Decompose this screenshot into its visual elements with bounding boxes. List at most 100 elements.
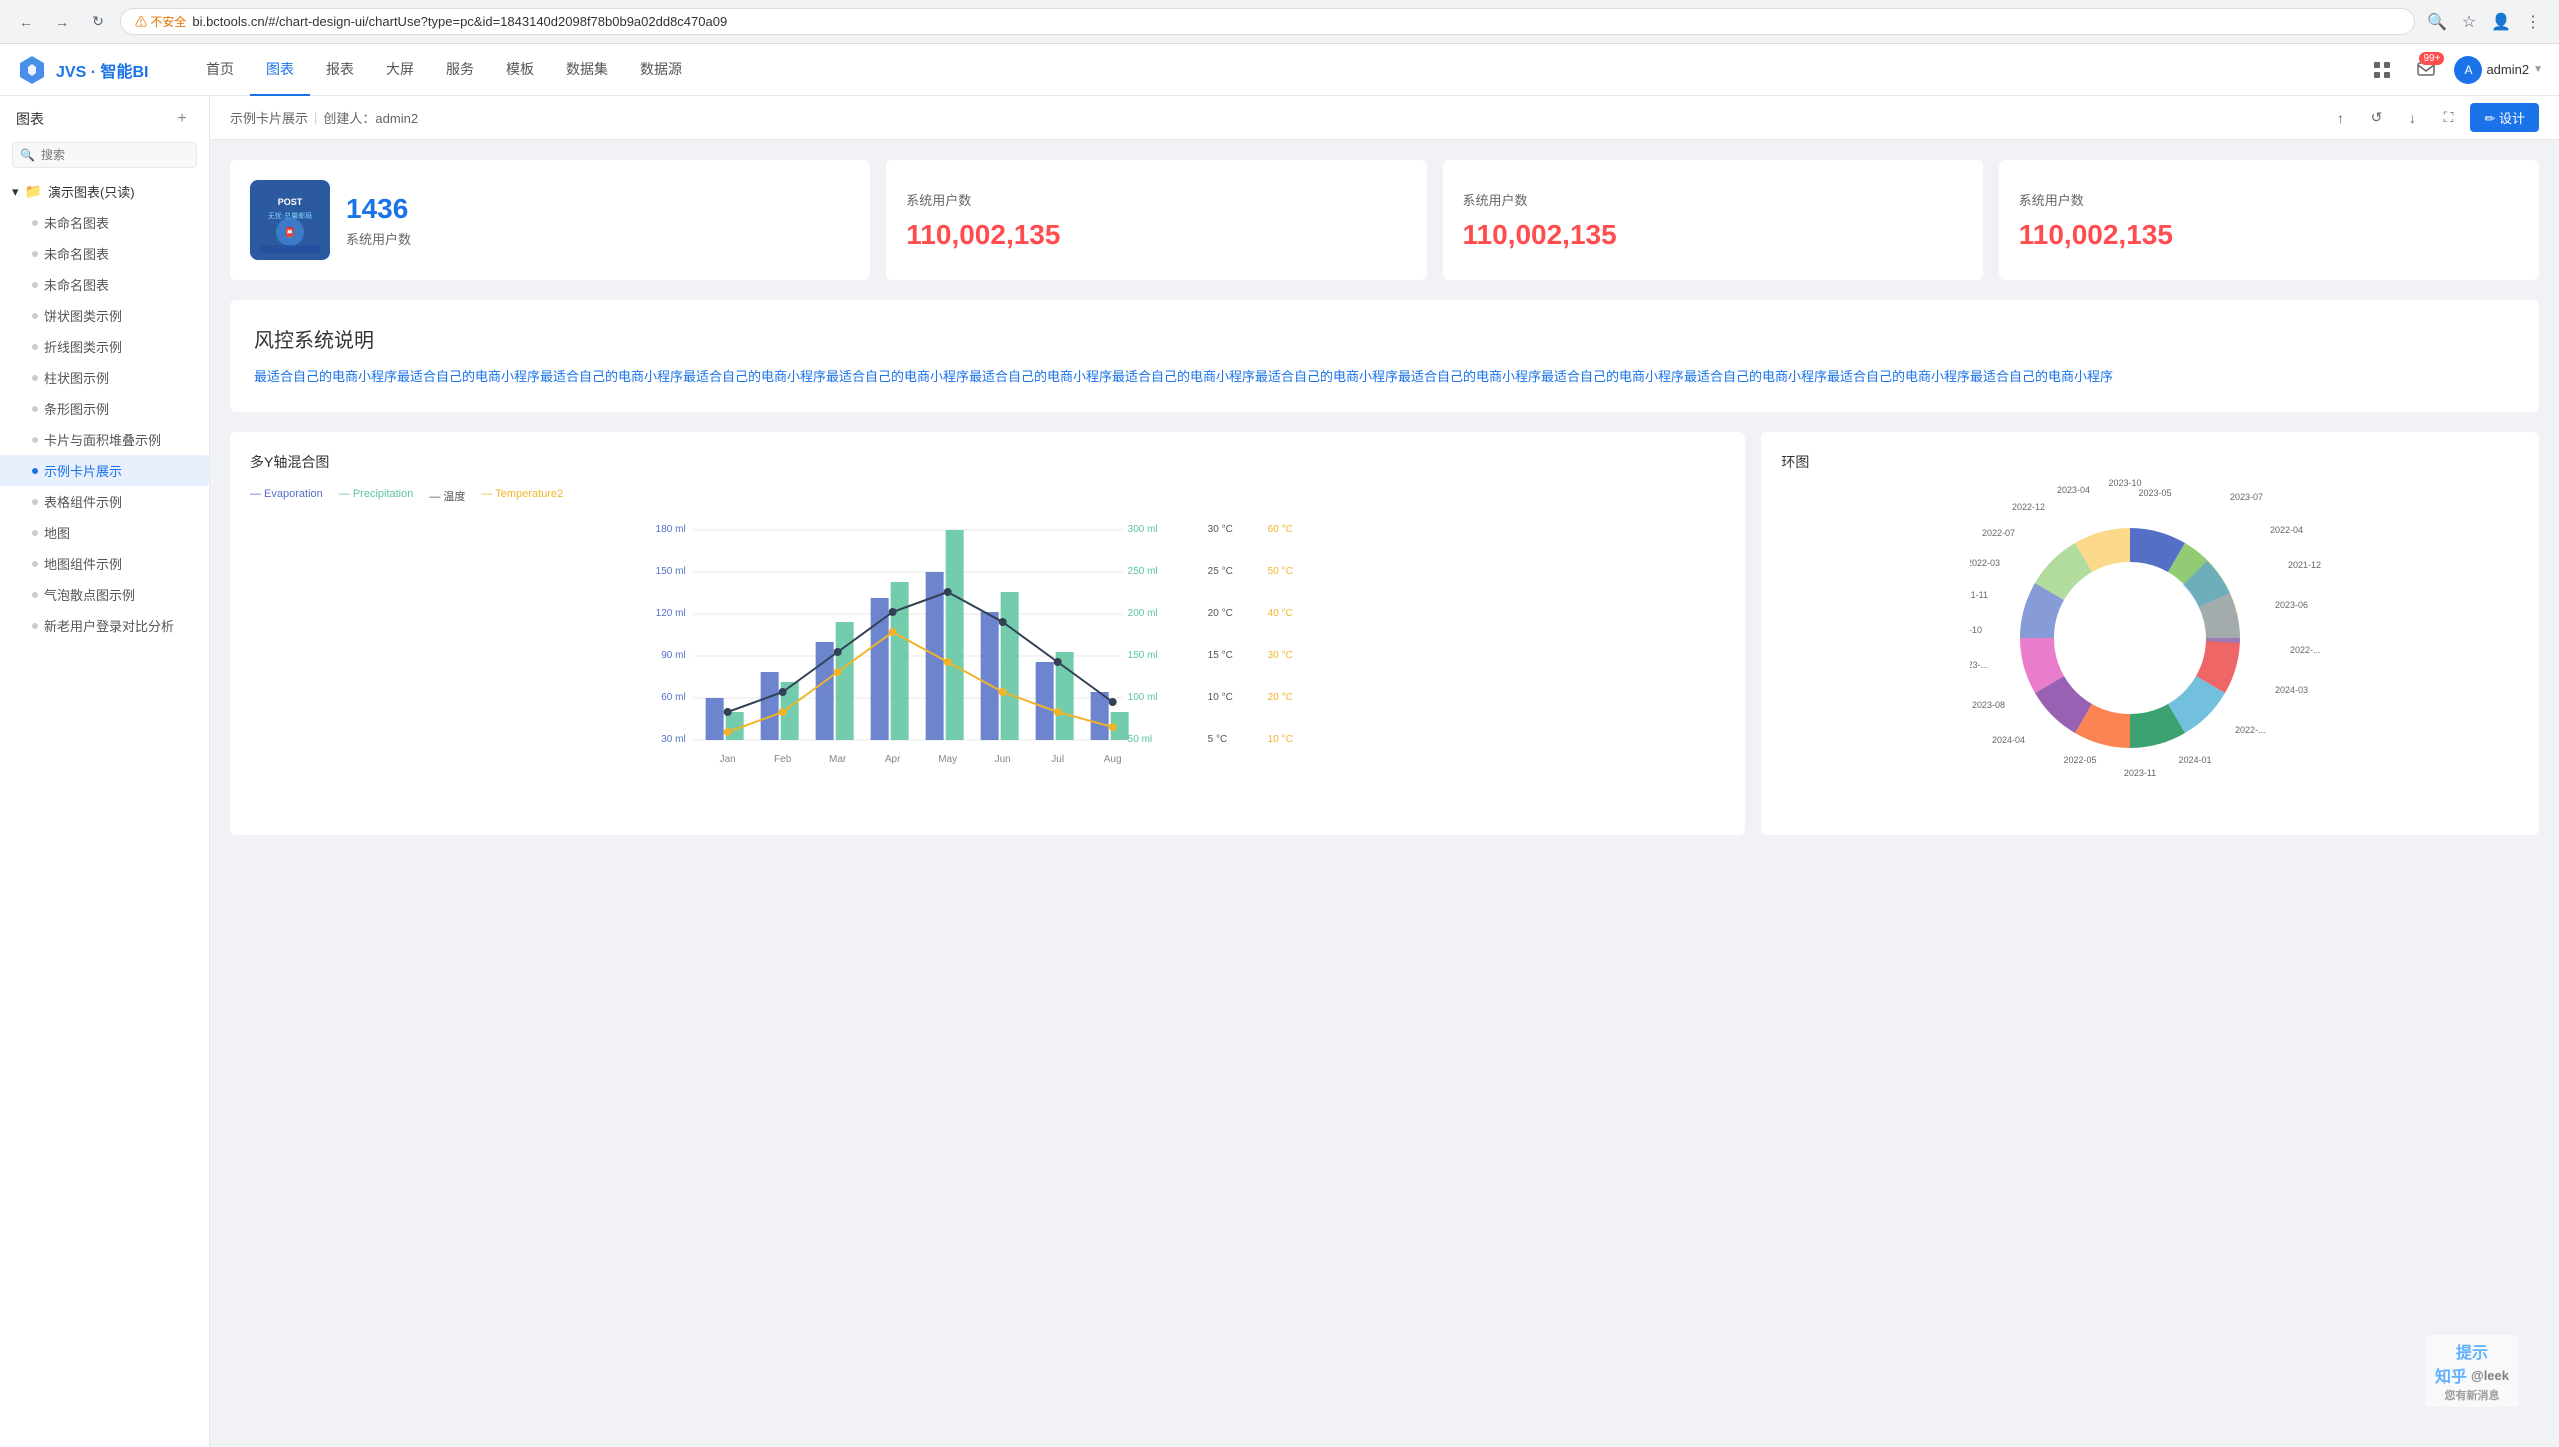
refresh-button[interactable]: ↻ — [84, 8, 112, 36]
sidebar-item-5[interactable]: 柱状图示例 — [0, 362, 209, 393]
user-menu-button[interactable]: A admin2 ▼ — [2454, 56, 2543, 84]
user-profile-button[interactable]: 👤 — [2487, 8, 2515, 36]
dot-icon-9 — [32, 499, 38, 505]
svg-text:10 °C: 10 °C — [1208, 692, 1233, 703]
sidebar-item-9[interactable]: 表格组件示例 — [0, 486, 209, 517]
main-panel: 示例卡片展示 | 创建人：admin2 ↑ ↺ ↓ ⛶ ✏ 设计 — [210, 96, 2559, 1447]
design-button[interactable]: ✏ 设计 — [2470, 103, 2539, 132]
nav-item-bigscreen[interactable]: 大屏 — [370, 44, 430, 96]
sidebar-item-8[interactable]: 示例卡片展示 — [0, 455, 209, 486]
nav-item-home[interactable]: 首页 — [190, 44, 250, 96]
nav-item-datasource[interactable]: 数据源 — [624, 44, 698, 96]
card-image-svg: POST 无忧·总量邮局 📮 — [250, 180, 330, 260]
more-options-button[interactable]: ⋮ — [2519, 8, 2547, 36]
sidebar-item-10[interactable]: 地图 — [0, 517, 209, 548]
top-navigation: JVS · 智能BI 首页 图表 报表 大屏 服务 模板 数据集 数据源 — [0, 44, 2559, 96]
svg-text:30 °C: 30 °C — [1268, 650, 1293, 661]
svg-text:Aug: Aug — [1104, 754, 1122, 765]
address-bar[interactable]: ⚠ 不安全 bi.bctools.cn/#/chart-design-ui/ch… — [120, 8, 2415, 35]
bookmark-button[interactable]: ☆ — [2455, 8, 2483, 36]
url-text: bi.bctools.cn/#/chart-design-ui/chartUse… — [192, 14, 727, 29]
nav-item-dataset[interactable]: 数据集 — [550, 44, 624, 96]
chevron-down-icon: ▼ — [2533, 64, 2543, 75]
dot-icon-2 — [32, 282, 38, 288]
dot-icon-5 — [32, 375, 38, 381]
message-button[interactable]: 99+ — [2410, 54, 2442, 86]
breadcrumb-bar: 示例卡片展示 | 创建人：admin2 ↑ ↺ ↓ ⛶ ✏ 设计 — [210, 96, 2559, 140]
sidebar-item-13[interactable]: 新老用户登录对比分析 — [0, 610, 209, 641]
browser-chrome: ← → ↻ ⚠ 不安全 bi.bctools.cn/#/chart-design… — [0, 0, 2559, 44]
svg-text:150 ml: 150 ml — [1128, 650, 1158, 661]
sidebar-item-label-6: 条形图示例 — [44, 399, 109, 418]
user-avatar: A — [2454, 56, 2482, 84]
svg-text:2023-07: 2023-07 — [2230, 492, 2263, 502]
svg-text:Mar: Mar — [829, 754, 847, 765]
svg-text:2023-11: 2023-11 — [2124, 768, 2156, 778]
svg-text:30 ml: 30 ml — [661, 734, 685, 745]
nav-items: 首页 图表 报表 大屏 服务 模板 数据集 数据源 — [190, 44, 2366, 96]
svg-text:25 °C: 25 °C — [1208, 566, 1233, 577]
svg-text:90 ml: 90 ml — [661, 650, 685, 661]
download-button[interactable]: ↓ — [2398, 104, 2426, 132]
svg-text:2023-...: 2023-... — [1970, 660, 1988, 670]
svg-text:2024-04: 2024-04 — [1992, 735, 2025, 745]
nav-item-template[interactable]: 模板 — [490, 44, 550, 96]
sidebar-item-1[interactable]: 未命名图表 — [0, 238, 209, 269]
legend-temperature2: — Temperature2 — [481, 488, 563, 504]
forward-button[interactable]: → — [48, 8, 76, 36]
sidebar-item-12[interactable]: 气泡散点图示例 — [0, 579, 209, 610]
stat-card-3: 系统用户数 110,002,135 — [1443, 160, 1983, 280]
stat-label-4: 系统用户数 — [2019, 190, 2173, 209]
chart-svg-container: 180 ml 150 ml 120 ml 90 ml 60 ml 30 ml 3… — [250, 512, 1725, 815]
svg-text:10 °C: 10 °C — [1268, 734, 1293, 745]
svg-text:POST: POST — [278, 197, 303, 207]
svg-text:2024-03: 2024-03 — [2275, 685, 2308, 695]
nav-item-charts[interactable]: 图表 — [250, 44, 310, 96]
refresh-chart-button[interactable]: ↺ — [2362, 104, 2390, 132]
donut-chart-card: 环图 — [1761, 432, 2539, 835]
sidebar-item-7[interactable]: 卡片与面积堆叠示例 — [0, 424, 209, 455]
svg-text:20 °C: 20 °C — [1268, 692, 1293, 703]
content-area: 图表 + 🔍 ▾ 📁 演示图表(只读) — [0, 96, 2559, 1447]
grid-view-button[interactable] — [2366, 54, 2398, 86]
legend-temperature: — 温度 — [429, 488, 465, 504]
svg-text:2022-03: 2022-03 — [1970, 558, 2000, 568]
search-action-button[interactable]: 🔍 — [2423, 8, 2451, 36]
svg-text:2022-10: 2022-10 — [1970, 625, 1982, 635]
stat-card-4-content: 系统用户数 110,002,135 — [2019, 190, 2173, 251]
fullscreen-button[interactable]: ⛶ — [2434, 104, 2462, 132]
sidebar-add-button[interactable]: + — [171, 108, 193, 130]
nav-item-reports[interactable]: 报表 — [310, 44, 370, 96]
sidebar-item-2[interactable]: 未命名图表 — [0, 269, 209, 300]
sidebar-search-area: 🔍 — [0, 138, 209, 176]
sidebar-item-label-12: 气泡散点图示例 — [44, 585, 135, 604]
upload-button[interactable]: ↑ — [2326, 104, 2354, 132]
sidebar-item-label-1: 未命名图表 — [44, 244, 109, 263]
grid-icon — [2373, 61, 2391, 79]
sidebar-item-11[interactable]: 地图组件示例 — [0, 548, 209, 579]
sidebar-group-header[interactable]: ▾ 📁 演示图表(只读) — [0, 176, 209, 207]
svg-text:Apr: Apr — [885, 754, 901, 765]
nav-item-service[interactable]: 服务 — [430, 44, 490, 96]
sidebar-item-label-5: 柱状图示例 — [44, 368, 109, 387]
search-input[interactable] — [12, 142, 197, 168]
svg-text:150 ml: 150 ml — [656, 566, 686, 577]
page-content: POST 无忧·总量邮局 📮 1436 系统用户数 — [210, 140, 2559, 1447]
dot-icon-11 — [32, 561, 38, 567]
sidebar-item-label-2: 未命名图表 — [44, 275, 109, 294]
sidebar-item-3[interactable]: 饼状图类示例 — [0, 300, 209, 331]
chart-legend: — Evaporation — Precipitation — 温度 — Tem… — [250, 488, 1725, 504]
breadcrumb-title: 示例卡片展示 — [230, 108, 308, 127]
sidebar-item-label-11: 地图组件示例 — [44, 554, 122, 573]
info-text: 最适合自己的电商小程序最适合自己的电商小程序最适合自己的电商小程序最适合自己的电… — [254, 365, 2515, 388]
message-badge: 99+ — [2419, 52, 2444, 65]
sidebar-header: 图表 + — [0, 96, 209, 138]
sidebar-item-0[interactable]: 未命名图表 — [0, 207, 209, 238]
dot-icon-7 — [32, 437, 38, 443]
logo-text: JVS · 智能BI — [56, 58, 148, 82]
sidebar-item-6[interactable]: 条形图示例 — [0, 393, 209, 424]
back-button[interactable]: ← — [12, 8, 40, 36]
svg-text:2022-05: 2022-05 — [2064, 755, 2097, 765]
sidebar-item-4[interactable]: 折线图类示例 — [0, 331, 209, 362]
dot-icon-6 — [32, 406, 38, 412]
